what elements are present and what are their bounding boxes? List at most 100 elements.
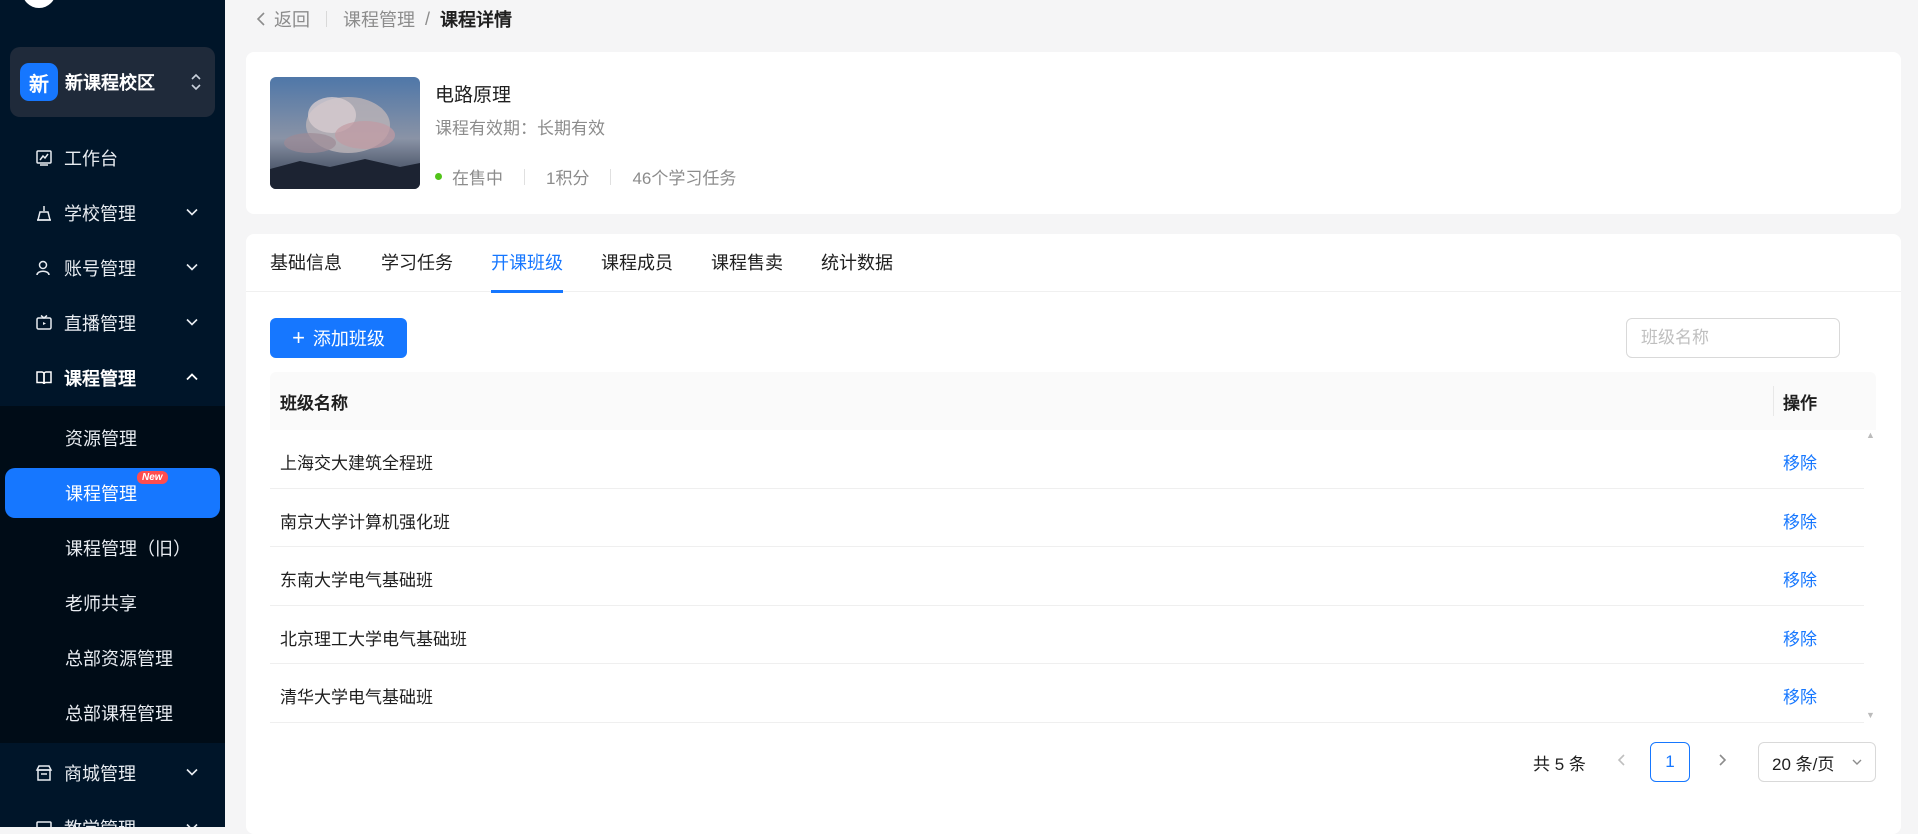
menu-label: 账号管理 bbox=[64, 258, 136, 279]
menu-item-course[interactable]: 课程管理 bbox=[0, 350, 225, 405]
remove-link[interactable]: 移除 bbox=[1783, 683, 1817, 708]
menu-item-live[interactable]: 直播管理 bbox=[0, 295, 225, 350]
meta-divider bbox=[610, 168, 612, 185]
pagination-total: 共 5 条 bbox=[1533, 755, 1586, 774]
course-meta: 在售中 1积分 46个学习任务 bbox=[435, 164, 736, 189]
menu-item-workbench[interactable]: 工作台 bbox=[0, 130, 225, 185]
table-header: 班级名称 操作 bbox=[270, 372, 1876, 430]
submenu-item-resources[interactable]: 资源管理 bbox=[0, 413, 225, 463]
class-table: 班级名称 操作 ▲ 上海交大建筑全程班 移除 南京大学计算机强化班 移除 东南大… bbox=[270, 372, 1876, 723]
tab-basic-info[interactable]: 基础信息 bbox=[270, 234, 342, 292]
tab-classes[interactable]: 开课班级 bbox=[491, 234, 563, 293]
submenu-item-teacher-share[interactable]: 老师共享 bbox=[0, 578, 225, 628]
class-name: 上海交大建筑全程班 bbox=[280, 454, 433, 473]
chevron-left-icon bbox=[1617, 754, 1625, 766]
submenu-label: 资源管理 bbox=[65, 429, 137, 449]
status-dot-icon bbox=[435, 173, 442, 180]
remove-link[interactable]: 移除 bbox=[1783, 508, 1817, 533]
plus-icon: + bbox=[292, 325, 305, 350]
course-points: 1积分 bbox=[546, 169, 590, 188]
chevron-down-icon bbox=[186, 823, 198, 827]
chart-icon bbox=[34, 148, 54, 168]
meta-divider bbox=[524, 168, 525, 185]
submenu-label: 老师共享 bbox=[65, 594, 137, 614]
column-header-action: 操作 bbox=[1783, 393, 1817, 413]
class-name: 南京大学计算机强化班 bbox=[280, 512, 450, 532]
course-thumbnail bbox=[270, 77, 420, 189]
menu-label: 直播管理 bbox=[64, 313, 136, 334]
menu-item-school[interactable]: 学校管理 bbox=[0, 185, 225, 240]
remove-link[interactable]: 移除 bbox=[1783, 566, 1817, 591]
column-header-class-name: 班级名称 bbox=[280, 393, 348, 413]
tab-statistics[interactable]: 统计数据 bbox=[821, 234, 893, 292]
campus-name: 新课程校区 bbox=[65, 73, 155, 93]
course-task-count: 46个学习任务 bbox=[632, 169, 737, 188]
submenu-item-hq-resources[interactable]: 总部资源管理 bbox=[0, 633, 225, 683]
remove-link[interactable]: 移除 bbox=[1783, 625, 1817, 650]
campus-switcher[interactable]: 新 新课程校区 bbox=[10, 47, 215, 117]
menu-item-mall[interactable]: 商城管理 bbox=[0, 745, 225, 800]
remove-link[interactable]: 移除 bbox=[1783, 449, 1817, 474]
table-body: ▲ 上海交大建筑全程班 移除 南京大学计算机强化班 移除 东南大学电气基础班 移… bbox=[270, 430, 1876, 723]
table-row: 上海交大建筑全程班 移除 bbox=[270, 430, 1864, 489]
add-class-button[interactable]: + 添加班级 bbox=[270, 318, 407, 358]
chevron-down-icon bbox=[1852, 759, 1862, 765]
submenu-label: 总部课程管理 bbox=[65, 704, 173, 724]
submenu-label: 课程管理 bbox=[65, 484, 137, 504]
next-page-button[interactable] bbox=[1712, 750, 1732, 774]
scrollbar-down-icon[interactable]: ▼ bbox=[1866, 710, 1875, 720]
table-row: 北京理工大学电气基础班 移除 bbox=[270, 606, 1864, 664]
live-tv-icon bbox=[34, 313, 54, 333]
chevron-up-icon bbox=[186, 373, 198, 381]
submenu-item-hq-courses[interactable]: 总部课程管理 bbox=[0, 688, 225, 738]
submenu-item-course-old[interactable]: 课程管理（旧） bbox=[0, 523, 225, 573]
prev-page-button[interactable] bbox=[1612, 750, 1632, 774]
breadcrumb: 返回 课程管理 / 课程详情 bbox=[254, 6, 512, 32]
chevron-left-icon bbox=[256, 12, 265, 26]
class-name: 清华大学电气基础班 bbox=[280, 688, 433, 707]
class-search bbox=[1626, 318, 1840, 358]
menu-item-teaching[interactable]: 教学管理 bbox=[0, 800, 225, 827]
tab-bar: 基础信息 学习任务 开课班级 课程成员 课程售卖 统计数据 bbox=[246, 234, 1901, 293]
submenu-label: 总部资源管理 bbox=[65, 649, 173, 669]
menu-item-account[interactable]: 账号管理 bbox=[0, 240, 225, 295]
tab-sales[interactable]: 课程售卖 bbox=[711, 234, 783, 292]
chevron-down-icon bbox=[186, 318, 198, 326]
table-row: 清华大学电气基础班 移除 bbox=[270, 664, 1864, 723]
chevron-down-icon bbox=[186, 263, 198, 271]
shop-icon bbox=[34, 763, 54, 783]
table-row: 东南大学电气基础班 移除 bbox=[270, 547, 1864, 606]
course-summary-card: 电路原理 课程有效期：长期有效 在售中 1积分 46个学习任务 bbox=[246, 52, 1901, 214]
add-class-label: 添加班级 bbox=[312, 329, 385, 349]
submenu-item-course-new[interactable]: 课程管理 New bbox=[5, 468, 220, 518]
chevron-down-icon bbox=[186, 768, 198, 776]
teaching-icon bbox=[34, 818, 54, 827]
book-icon bbox=[34, 368, 54, 388]
tab-learning-tasks[interactable]: 学习任务 bbox=[381, 234, 453, 292]
chevron-right-icon bbox=[1719, 754, 1727, 766]
breadcrumb-current: 课程详情 bbox=[440, 10, 513, 30]
scrollbar-up-icon[interactable]: ▲ bbox=[1866, 430, 1875, 440]
tab-members[interactable]: 课程成员 bbox=[601, 234, 673, 292]
status-badge: 在售中 bbox=[452, 169, 503, 188]
page-size-select[interactable]: 20 条/页 bbox=[1758, 742, 1876, 782]
menu-label: 教学管理 bbox=[64, 815, 136, 828]
page-size-value: 20 条/页 bbox=[1772, 754, 1835, 774]
breadcrumb-parent[interactable]: 课程管理 bbox=[343, 6, 415, 32]
class-name: 东南大学电气基础班 bbox=[280, 571, 433, 590]
back-button[interactable]: 返回 bbox=[254, 6, 310, 32]
menu-label: 商城管理 bbox=[64, 763, 136, 784]
course-submenu: 资源管理 课程管理 New 课程管理（旧） 老师共享 总部资源管理 总部课程管理 bbox=[0, 406, 225, 743]
breadcrumb-divider bbox=[326, 11, 327, 27]
school-icon bbox=[34, 203, 54, 223]
breadcrumb-separator: / bbox=[425, 8, 431, 29]
menu-label: 工作台 bbox=[64, 148, 118, 169]
user-icon bbox=[34, 258, 54, 278]
pagination: 共 5 条 1 20 条/页 bbox=[246, 742, 1901, 782]
page-number[interactable]: 1 bbox=[1650, 742, 1690, 782]
course-validity: 课程有效期：长期有效 bbox=[435, 119, 605, 138]
menu-label: 课程管理 bbox=[64, 368, 136, 389]
class-search-input[interactable] bbox=[1627, 319, 1839, 357]
app-logo bbox=[22, 0, 56, 8]
new-badge: New bbox=[137, 471, 168, 484]
